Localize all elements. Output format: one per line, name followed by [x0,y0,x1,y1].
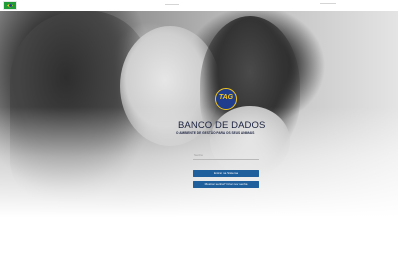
login-panel: TAG BANCO DE DADOS O AMBIENTE DE GESTÃO … [0,0,398,269]
enter-button[interactable]: Entrar na Sistema [193,170,259,177]
login-page: TAG BANCO DE DADOS O AMBIENTE DE GESTÃO … [0,0,398,269]
tag-logo: TAG [215,88,237,110]
tag-logo-text: TAG [218,94,234,101]
page-subtitle: O AMBIENTE DE GESTÃO PARA OS SEUS ANIMAI… [176,131,255,135]
password-field[interactable] [193,151,259,160]
forgot-password-button[interactable]: Mostrar senha? Criar nov senha [193,181,259,188]
page-title: BANCO DE DADOS [178,120,266,131]
